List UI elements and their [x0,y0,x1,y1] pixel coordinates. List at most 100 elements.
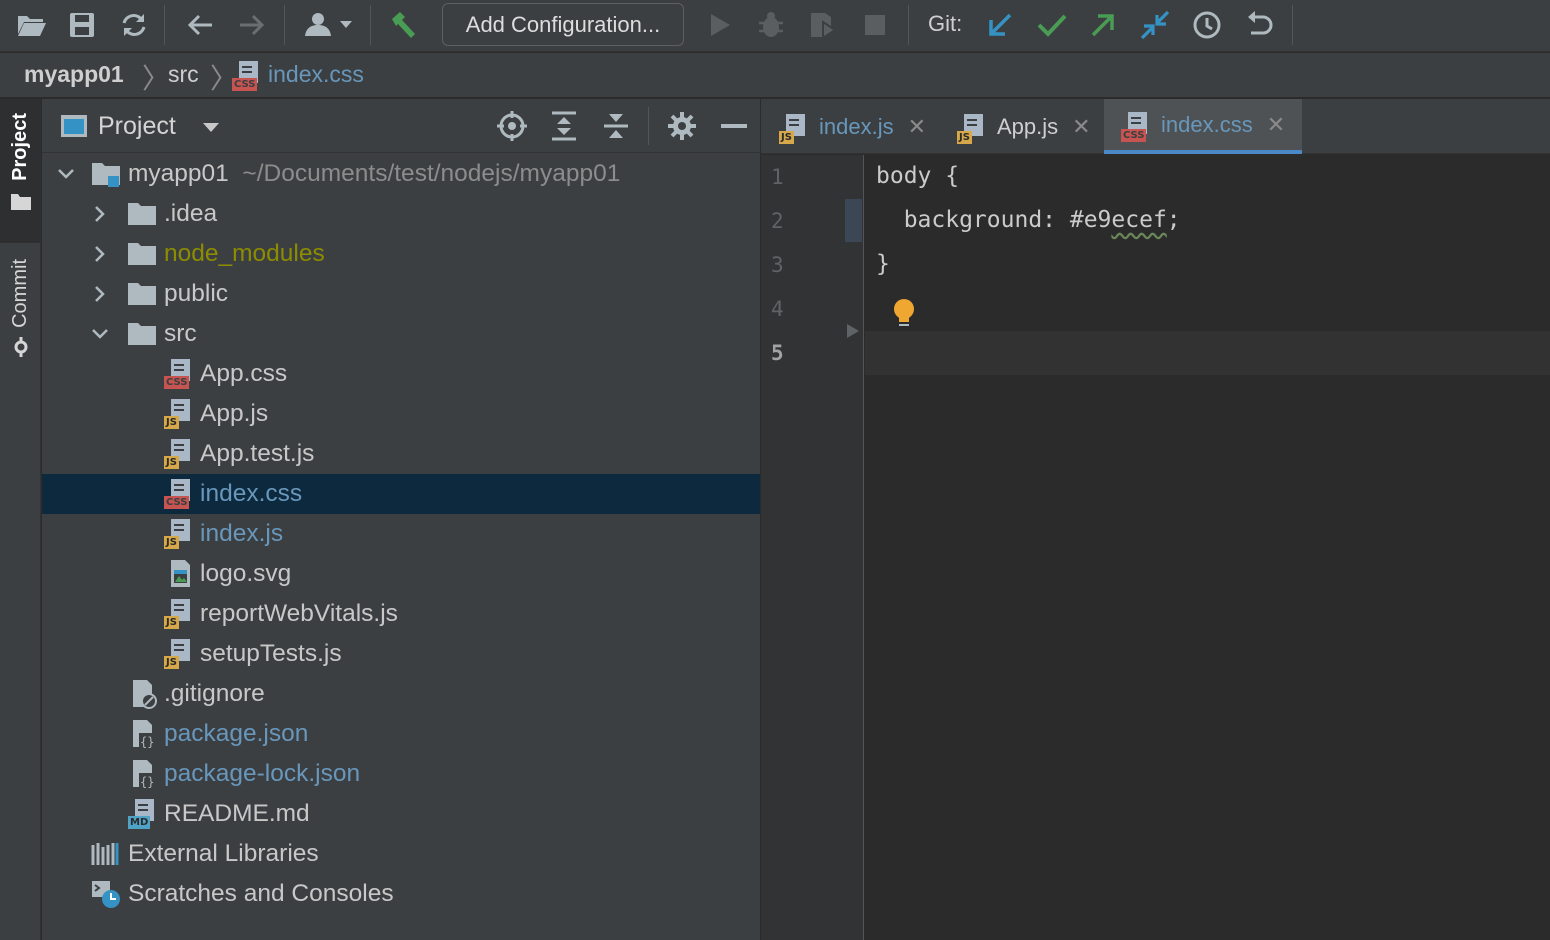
css-file-icon: CSS [1121,111,1153,142]
tab-index-css[interactable]: CSS index.css ✕ [1104,99,1302,154]
add-configuration-button[interactable]: Add Configuration... [442,3,684,46]
chevron-right-icon[interactable] [90,242,110,266]
tree-label: public [164,280,229,307]
hide-icon[interactable] [716,107,752,145]
line-number: 5 [771,341,784,365]
settings-icon[interactable] [664,107,700,145]
tree-item-app-css[interactable]: CSS App.css [42,354,760,394]
tree-label: External Libraries [128,840,319,867]
tree-item-package-lock-json[interactable]: {} package-lock.json [42,754,760,794]
breadcrumb-item-src[interactable]: src [168,61,199,88]
editor-area: JS index.js ✕ JS App.js ✕ CSS index.css … [761,99,1550,940]
folder-icon [128,203,156,225]
code-line: body { [876,163,960,189]
debug-icon[interactable] [751,6,791,44]
svg-text:{}: {} [140,735,154,749]
chevron-down-icon[interactable] [56,162,76,186]
git-update-icon[interactable] [980,6,1020,44]
module-folder-icon [92,163,120,187]
code-editor[interactable]: body { background: #e9ecef; } [865,155,1550,940]
tab-app-js[interactable]: JS App.js ✕ [957,99,1091,154]
code-warning-squiggle: ecef [1111,207,1167,233]
stop-icon[interactable] [855,6,895,44]
git-push-icon[interactable] [1083,6,1123,44]
close-icon[interactable]: ✕ [908,114,926,140]
breadcrumb-item-project[interactable]: myapp01 [24,61,124,88]
build-hammer-icon[interactable] [383,6,423,44]
tree-label: App.js [200,400,269,427]
line-number-gutter: 1 2 3 4 5 [761,155,864,940]
tree-item-node-modules[interactable]: node_modules [42,234,760,274]
chevron-down-icon[interactable] [90,322,110,346]
tab-index-js[interactable]: JS index.js ✕ [779,99,926,154]
back-icon[interactable] [180,6,220,44]
sync-icon[interactable] [114,6,154,44]
git-compare-icon[interactable] [1135,6,1175,44]
chevron-right-icon[interactable] [90,282,110,306]
coverage-icon[interactable] [803,6,843,44]
tree-item-scratches-and-consoles[interactable]: Scratches and Consoles [42,874,760,914]
tree-item-index-css[interactable]: CSS index.css [42,474,760,514]
expand-all-icon[interactable] [546,107,582,145]
collapse-all-icon[interactable] [598,107,634,145]
project-panel: Project myapp01 ~/Documents/test/nodejs/… [42,99,760,940]
tree-item-idea[interactable]: .idea [42,194,760,234]
tree-item-gitignore[interactable]: .gitignore [42,674,760,714]
js-file-icon: JS [164,399,196,429]
tree-item-report-web-vitals-js[interactable]: JS reportWebVitals.js [42,594,760,634]
project-panel-title[interactable]: Project [98,112,176,141]
current-line-highlight [865,331,1550,375]
project-tool-tab[interactable]: Project [0,99,41,243]
js-file-icon: JS [164,639,196,669]
tab-label: App.js [997,113,1059,139]
tree-label: node_modules [164,240,325,267]
tree-label: App.css [200,360,288,387]
close-icon[interactable]: ✕ [1267,112,1285,138]
tree-label: README.md [164,800,310,827]
close-icon[interactable]: ✕ [1072,114,1090,140]
tree-root-myapp01[interactable]: myapp01 ~/Documents/test/nodejs/myapp01 [42,154,760,194]
locate-icon[interactable] [494,107,530,145]
rollback-icon[interactable] [1240,6,1280,44]
tree-label: setupTests.js [200,640,342,667]
tree-item-app-test-js[interactable]: JS App.test.js [42,434,760,474]
run-icon[interactable] [700,6,740,44]
tree-item-setup-tests-js[interactable]: JS setupTests.js [42,634,760,674]
code-property: background: #e9 [876,207,1112,233]
code-line: background: #e9ecef; [876,207,1181,233]
tree-item-public[interactable]: public [42,274,760,314]
tree-item-logo-svg[interactable]: logo.svg [42,554,760,594]
lightbulb-icon[interactable] [892,298,916,330]
open-folder-icon[interactable] [12,6,52,44]
tree-item-readme-md[interactable]: MD README.md [42,794,760,834]
tab-label: index.js [819,113,894,139]
tree-item-package-json[interactable]: {} package.json [42,714,760,754]
git-commit-icon[interactable] [1032,6,1072,44]
js-file-icon: JS [164,519,196,549]
tree-label: .idea [164,200,218,227]
line-number: 4 [771,297,784,321]
tree-item-app-js[interactable]: JS App.js [42,394,760,434]
tab-label: index.css [1161,111,1253,137]
user-dropdown-icon[interactable] [300,6,358,44]
history-icon[interactable] [1187,6,1227,44]
folder-icon [128,283,156,305]
vcs-change-marker[interactable] [845,199,862,242]
left-tool-strip: Project Commit [0,99,41,940]
tree-item-external-libraries[interactable]: External Libraries [42,834,760,874]
css-file-icon: CSS [232,61,264,91]
commit-tool-tab[interactable]: Commit [0,259,41,379]
scratches-icon [92,881,120,908]
chevron-right-icon[interactable] [90,202,110,226]
fold-arrow-icon[interactable] [845,323,861,339]
json-file-icon: {} [133,720,156,749]
project-tool-label: Project [9,113,31,181]
project-view-icon [61,115,87,137]
tree-item-src[interactable]: src [42,314,760,354]
forward-icon[interactable] [232,6,272,44]
save-icon[interactable] [62,6,102,44]
chevron-down-icon[interactable] [202,122,220,133]
breadcrumb-item-file[interactable]: index.css [268,61,364,88]
tree-item-index-js[interactable]: JS index.js [42,514,760,554]
line-number: 3 [771,253,784,277]
